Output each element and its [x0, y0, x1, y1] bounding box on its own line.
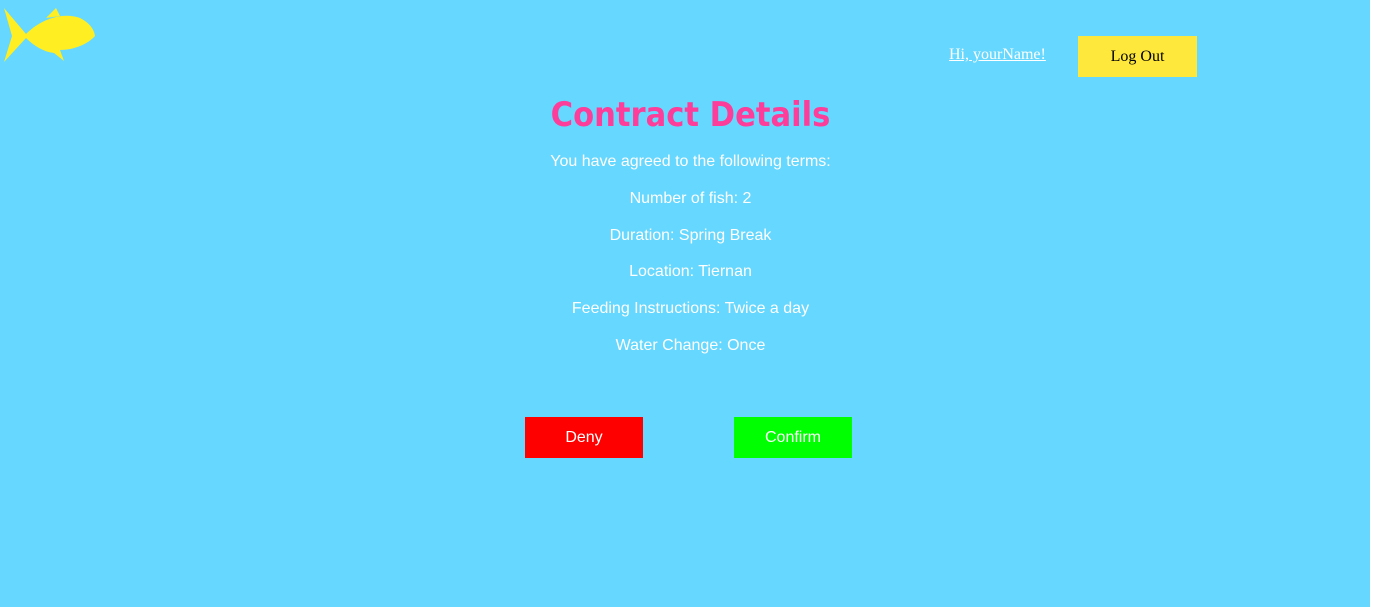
term-number-of-fish: Number of fish: 2	[629, 189, 752, 207]
deny-button[interactable]: Deny	[525, 417, 643, 458]
term-feeding-instructions: Feeding Instructions: Twice a day	[571, 300, 810, 318]
term-location: Location: Tiernan	[629, 263, 752, 281]
contract-terms: You have agreed to the following terms: …	[0, 153, 1370, 374]
term-water-change: Water Change: Once	[615, 336, 766, 354]
logout-button[interactable]: Log Out	[1078, 36, 1197, 77]
page-title: Contract Details	[550, 95, 831, 135]
term-duration: Duration: Spring Break	[609, 226, 772, 244]
confirm-button[interactable]: Confirm	[734, 417, 852, 458]
window-edge	[1370, 0, 1374, 607]
terms-intro: You have agreed to the following terms:	[550, 153, 831, 170]
fish-icon[interactable]	[2, 6, 96, 64]
user-greeting-link[interactable]: Hi, yourName!	[949, 46, 1046, 64]
contract-page: Hi, yourName! Log Out Contract Details Y…	[0, 0, 1370, 607]
